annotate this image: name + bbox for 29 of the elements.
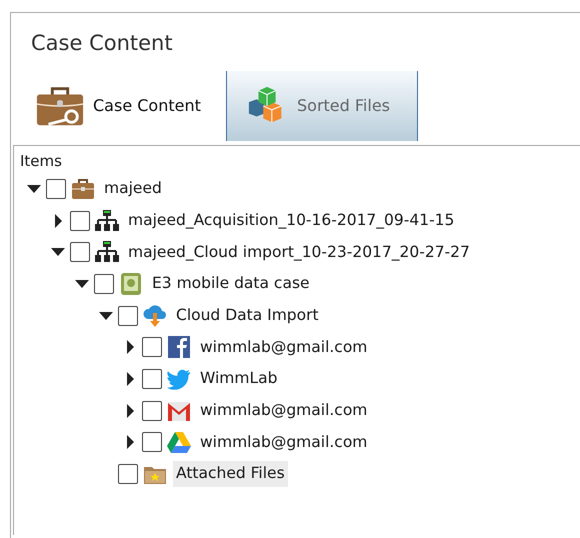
tree-item[interactable]: majeed_Cloud import_10-23-2017_20-27-27 — [125, 240, 473, 265]
tree-item[interactable]: WimmLab — [197, 366, 280, 392]
panel-title: Case Content — [31, 31, 173, 55]
column-header: Items — [20, 151, 62, 172]
tree-item[interactable]: wimmlab@gmail.com — [197, 398, 370, 424]
checkbox[interactable] — [70, 210, 90, 231]
cloud-download-icon — [142, 302, 168, 329]
tab[interactable]: Case Content — [21, 71, 226, 141]
checkbox[interactable] — [142, 368, 162, 389]
tree-item[interactable]: majeed_Acquisition_10-16-2017_09-41-15 — [125, 208, 458, 234]
checkbox[interactable] — [142, 432, 162, 452]
tab[interactable]: Sorted Files — [226, 71, 418, 141]
tree-item[interactable]: E3 mobile data case — [149, 271, 313, 297]
mobile-device-icon — [118, 270, 144, 297]
drive-icon — [166, 429, 192, 456]
tree-item[interactable]: Attached Files — [173, 461, 288, 487]
tree-item[interactable]: wimmlab@gmail.com — [197, 430, 370, 455]
tree-item[interactable]: Cloud Data Import — [173, 302, 322, 328]
checkbox[interactable] — [118, 464, 138, 484]
tree-item[interactable]: majeed — [101, 176, 165, 202]
checkbox[interactable] — [70, 242, 90, 262]
checkbox[interactable] — [142, 337, 162, 358]
tree-item[interactable]: wimmlab@gmail.com — [197, 334, 370, 360]
checkbox[interactable] — [142, 400, 162, 421]
facebook-icon — [166, 334, 192, 360]
checkbox[interactable] — [118, 306, 138, 326]
checkbox[interactable] — [94, 274, 114, 294]
checkbox[interactable] — [46, 178, 66, 199]
network-icon — [94, 208, 120, 234]
